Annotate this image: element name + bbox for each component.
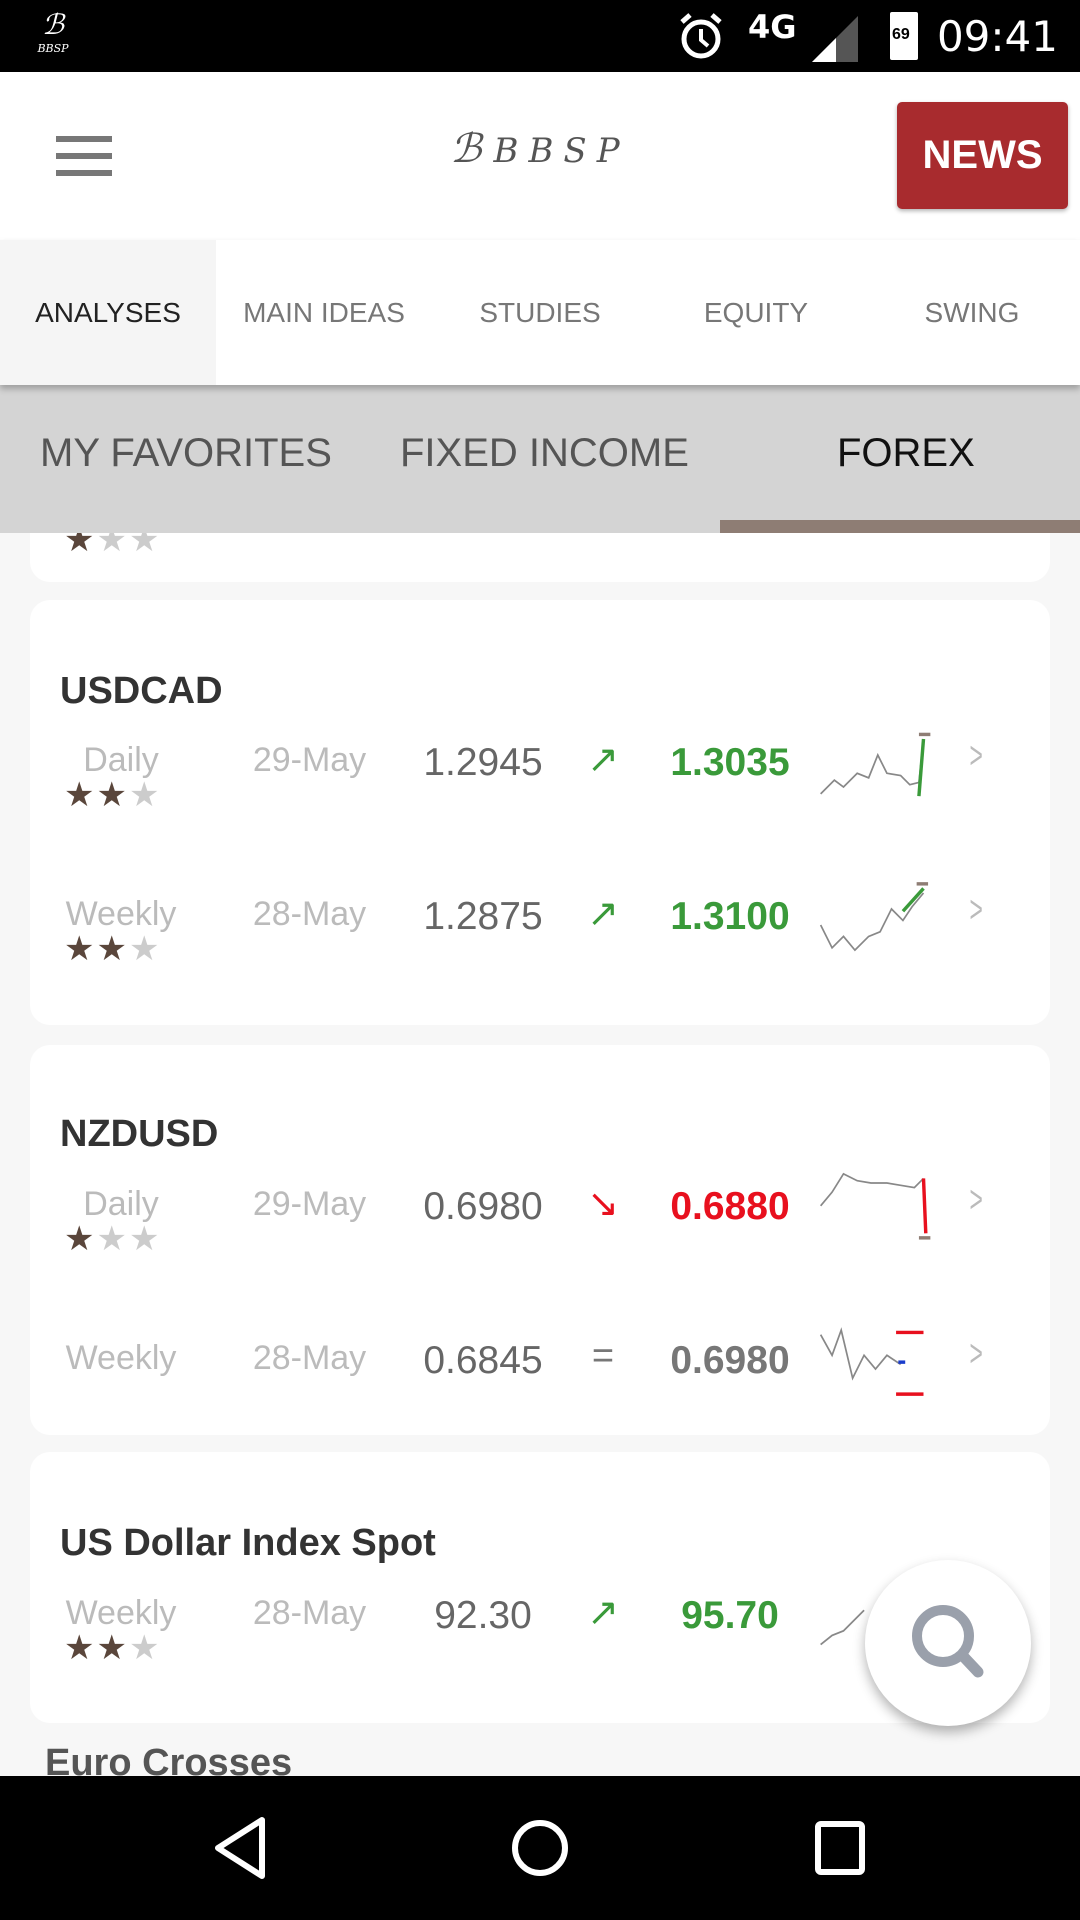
brand-logo-text: BBSP [493, 131, 630, 171]
pivot-value: 92.30 [434, 1594, 532, 1637]
sparkline-chart [820, 732, 931, 797]
rating-stars: ★★★ [64, 1219, 161, 1259]
rating-stars: ★★★ [64, 929, 161, 969]
target-value: 1.3100 [670, 895, 790, 938]
tab-fixed-income[interactable]: FIXED INCOME [400, 431, 689, 476]
star-empty-icon: ★ [128, 930, 162, 968]
star-filled-icon: ★ [64, 1629, 97, 1667]
instrument-title: USDCAD [60, 670, 223, 712]
tab-swing[interactable]: SWING [864, 240, 1080, 385]
sparkline-path [819, 892, 925, 952]
analysis-date: 29-May [252, 1185, 367, 1223]
back-icon[interactable] [212, 1816, 268, 1880]
analysis-card[interactable]: USDCAD Daily 29-May 1.2945 ↗ 1.3035 > ★★★ Weekly… [30, 600, 1050, 1025]
analysis-card[interactable]: NZDUSD Daily 29-May 0.6980 ↘ 0.6880 > ★★★ Weekly… [30, 1045, 1050, 1435]
trend-down-icon: ↘ [587, 1183, 619, 1225]
star-empty-icon: ★ [128, 776, 162, 814]
alarm-icon [680, 13, 722, 59]
star-empty-icon: ★ [96, 1220, 129, 1258]
battery-level: 69 [892, 26, 910, 43]
star-filled-icon: ★ [64, 930, 97, 968]
target-value: 1.3035 [670, 741, 790, 784]
tab-forex[interactable]: FOREX [837, 431, 975, 476]
app-logo-text: BBSP [37, 42, 69, 55]
sparkline-path [820, 1609, 865, 1646]
target-value: 0.6980 [670, 1339, 790, 1382]
star-empty-icon: ★ [128, 1220, 162, 1258]
chevron-right-icon[interactable]: > [969, 889, 982, 932]
network-type: 4G [748, 8, 797, 46]
recent-apps-icon[interactable] [814, 1820, 866, 1876]
star-empty-icon: ★ [128, 1629, 162, 1667]
timeframe-label: Weekly [65, 1339, 177, 1377]
analysis-date: 28-May [252, 1594, 367, 1632]
tab-equity[interactable]: EQUITY [648, 240, 864, 385]
status-bar: ℬ BBSP 4G 69 09:41 [0, 0, 1080, 72]
sparkline-path [820, 738, 925, 795]
pivot-value: 1.2875 [423, 895, 543, 938]
navigation-bar [0, 1776, 1080, 1920]
sparkline-chart [819, 1172, 931, 1240]
pivot-value: 0.6980 [423, 1185, 543, 1228]
chevron-right-icon[interactable]: > [969, 1179, 982, 1222]
hamburger-icon[interactable] [56, 136, 112, 176]
analysis-row[interactable]: Daily 29-May 1.2945 ↗ 1.3035 > [30, 732, 1050, 797]
instrument-title: US Dollar Index Spot [60, 1522, 436, 1564]
instrument-title: NZDUSD [60, 1113, 219, 1155]
analysis-row[interactable]: Daily 29-May 0.6980 ↘ 0.6880 > [30, 1172, 1050, 1240]
pivot-value: 1.2945 [423, 741, 543, 784]
trend-up-icon: ↗ [587, 893, 619, 935]
chevron-right-icon[interactable]: > [969, 735, 982, 778]
star-filled-icon: ★ [96, 1629, 129, 1667]
analysis-row[interactable]: Weekly 28-May 1.2875 ↗ 1.3100 > [30, 882, 1050, 952]
brand-logo: ℬ BBSP [450, 126, 630, 172]
analysis-date: 28-May [252, 1339, 367, 1377]
tab-studies[interactable]: STUDIES [432, 240, 648, 385]
battery-icon: 69 [890, 12, 918, 60]
trend-up-icon: ↗ [587, 739, 619, 781]
section-heading: Euro Crosses [45, 1742, 293, 1776]
home-icon[interactable] [510, 1818, 570, 1878]
analysis-date: 28-May [252, 895, 367, 933]
clock: 09:41 [936, 12, 1058, 61]
sparkline-path [921, 1178, 928, 1234]
trend-flat-icon: = [591, 1335, 615, 1377]
app-notification-logo: ℬ BBSP [37, 8, 69, 55]
tab-analyses[interactable]: ANALYSES [0, 240, 216, 385]
analysis-row[interactable]: Weekly 28-May 0.6845 = 0.6980 > [30, 1327, 1050, 1396]
rating-stars: ★★★ [64, 775, 161, 815]
tab-main-ideas[interactable]: MAIN IDEAS [216, 240, 432, 385]
search-icon [912, 1605, 984, 1678]
sparkline-path [819, 1172, 925, 1207]
chevron-right-icon[interactable]: > [969, 1333, 982, 1376]
target-value: 95.70 [681, 1594, 779, 1637]
main-tabs: ANALYSES MAIN IDEAS STUDIES EQUITY SWING [0, 240, 1080, 385]
tab-my-favorites[interactable]: MY FAVORITES [40, 431, 332, 476]
rating-stars: ★★★ [64, 1628, 161, 1668]
star-filled-icon: ★ [96, 930, 129, 968]
analysis-date: 29-May [252, 741, 367, 779]
category-tabs: MY FAVORITES FIXED INCOME FOREX [0, 385, 1080, 533]
star-filled-icon: ★ [64, 1220, 97, 1258]
active-tab-indicator [720, 520, 1080, 533]
signal-icon [812, 16, 858, 62]
news-button[interactable]: NEWS [897, 102, 1068, 209]
target-value: 0.6880 [670, 1185, 790, 1228]
sparkline-path [917, 738, 926, 797]
sparkline-chart [819, 882, 929, 952]
app-header: ℬ BBSP NEWS [0, 72, 1080, 240]
sparkline-path [819, 1327, 902, 1381]
trend-up-icon: ↗ [587, 1592, 619, 1634]
star-filled-icon: ★ [96, 776, 129, 814]
star-filled-icon: ★ [64, 776, 97, 814]
search-button[interactable] [865, 1560, 1031, 1726]
sparkline-chart [819, 1327, 924, 1396]
sparkline-path [901, 887, 925, 913]
pivot-value: 0.6845 [423, 1339, 543, 1382]
